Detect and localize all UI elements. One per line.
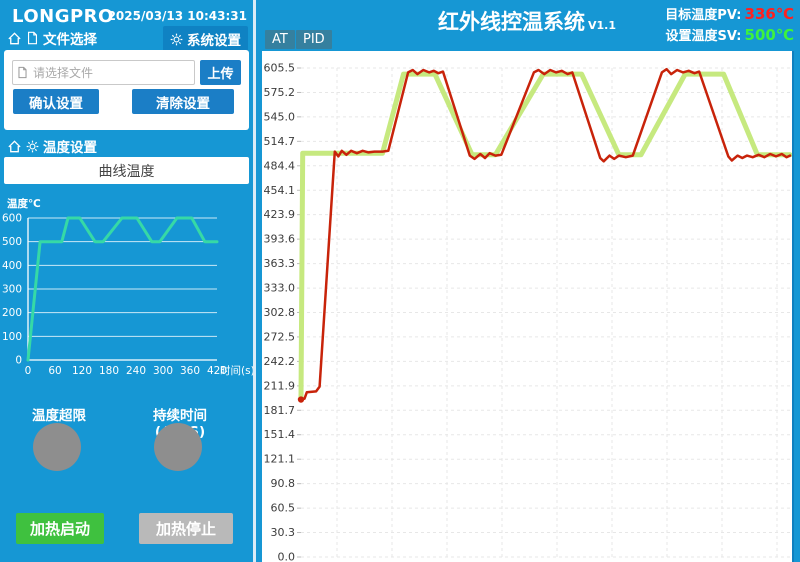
svg-text:30.3: 30.3 [271,526,296,539]
svg-text:393.6: 393.6 [264,233,296,246]
svg-text:时间(s): 时间(s) [220,364,253,377]
svg-text:545.0: 545.0 [264,110,296,123]
svg-text:600: 600 [2,213,22,225]
heat-start-button[interactable]: 加热启动 [16,513,104,544]
pv-sv-readout: 目标温度PV: 336℃ 设置温度SV: 500℃ [665,4,794,46]
main-chart-panel: 605.5 575.2 545.0 514.7 484.4 454.1 423.9 393.6… [262,51,794,562]
app-window: LONGPRO 2025/03/13 10:43:31 文件选择 系统设置 [0,0,800,562]
svg-text:302.8: 302.8 [264,306,296,319]
svg-text:100: 100 [2,331,22,343]
over-limit-label: 温度超限 [19,404,99,424]
svg-text:300: 300 [153,365,173,377]
svg-text:240: 240 [126,365,146,377]
file-select-card: 上传 确认设置 清除设置 [4,50,249,130]
svg-text:333.0: 333.0 [264,282,296,295]
svg-text:400: 400 [2,260,22,272]
svg-text:0: 0 [15,355,22,367]
svg-text:121.1: 121.1 [264,453,296,466]
duration-indicator [154,423,202,471]
svg-text:120: 120 [72,365,92,377]
system-settings-button[interactable]: 系统设置 [163,26,248,52]
svg-text:151.4: 151.4 [264,428,296,441]
file-section-header: 文件选择 [7,28,97,48]
gear-icon [26,140,39,153]
app-title: 红外线控温系统 [438,10,585,34]
file-input-wrap [12,60,195,85]
svg-text:500: 500 [2,236,22,248]
svg-text:454.1: 454.1 [264,184,296,197]
svg-text:90.8: 90.8 [271,477,296,490]
file-section-title: 文件选择 [43,28,97,48]
svg-text:575.2: 575.2 [264,86,296,99]
file-icon [26,31,39,45]
home-icon[interactable] [7,139,22,154]
sv-value: 500℃ [745,26,794,44]
svg-text:200: 200 [2,307,22,319]
curve-temperature-button[interactable]: 曲线温度 [4,157,249,184]
svg-text:60: 60 [48,365,61,377]
panel-divider [253,0,256,562]
over-limit-indicator [33,423,81,471]
svg-text:360: 360 [180,365,200,377]
svg-text:温度℃: 温度℃ [7,197,41,210]
upload-button[interactable]: 上传 [200,60,241,85]
svg-text:211.9: 211.9 [264,379,296,392]
system-settings-label: 系统设置 [187,29,241,49]
sv-row: 设置温度SV: 500℃ [665,25,794,46]
pv-label: 目标温度PV: [665,8,741,23]
svg-text:242.2: 242.2 [264,355,296,368]
svg-text:272.5: 272.5 [264,330,296,343]
file-select-input[interactable] [31,65,190,81]
svg-text:605.5: 605.5 [264,62,296,75]
svg-text:423.9: 423.9 [264,208,296,221]
app-version: V1.1 [588,19,616,32]
svg-text:514.7: 514.7 [264,135,296,148]
setpoint-profile-chart: 6005004003002001000060120180240300360420… [0,192,253,378]
temp-section-title: 温度设置 [43,136,97,156]
home-icon[interactable] [7,31,22,46]
svg-text:60.5: 60.5 [271,502,296,515]
svg-text:180: 180 [99,365,119,377]
svg-text:484.4: 484.4 [264,159,296,172]
gear-icon [170,33,183,46]
sv-label: 设置温度SV: [665,29,741,44]
svg-text:0: 0 [25,365,32,377]
svg-text:363.3: 363.3 [264,257,296,270]
svg-text:181.7: 181.7 [264,404,296,417]
left-panel: LONGPRO 2025/03/13 10:43:31 文件选择 系统设置 [0,0,253,562]
heat-stop-button[interactable]: 加热停止 [139,513,233,544]
clear-settings-button[interactable]: 清除设置 [132,89,234,114]
confirm-settings-button[interactable]: 确认设置 [13,89,99,114]
temperature-trend-chart: 605.5 575.2 545.0 514.7 484.4 454.1 423.9 393.6… [262,51,792,562]
svg-text:300: 300 [2,284,22,296]
temp-section-header: 温度设置 [7,136,97,156]
document-icon [17,66,28,79]
datetime-display: 2025/03/13 10:43:31 [108,9,247,23]
pv-row: 目标温度PV: 336℃ [665,4,794,25]
app-logo: LONGPRO [12,6,114,27]
svg-text:0.0: 0.0 [278,551,296,562]
pv-value: 336℃ [745,5,794,23]
